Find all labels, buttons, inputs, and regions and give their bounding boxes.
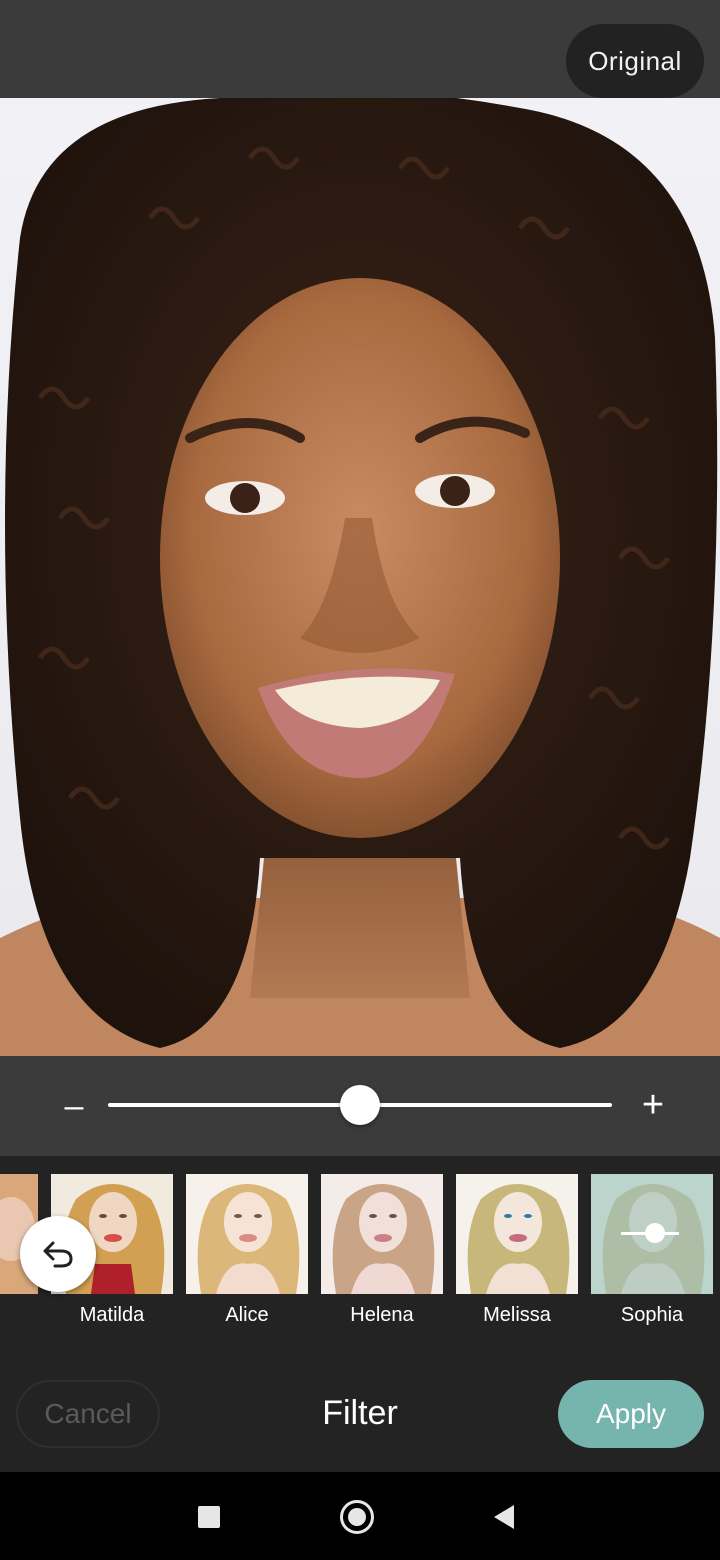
increase-intensity-button[interactable]: + (636, 1084, 670, 1126)
filter-label: Matilda (79, 1304, 145, 1326)
filter-item-alice[interactable]: Alice (186, 1174, 308, 1330)
action-bar: Cancel Filter Apply (0, 1360, 720, 1472)
intensity-slider-bar: – + (0, 1056, 720, 1156)
home-icon[interactable] (340, 1500, 374, 1534)
filter-thumbnail (456, 1174, 578, 1294)
apply-button[interactable]: Apply (558, 1380, 704, 1448)
filter-item-helena[interactable]: Helena (321, 1174, 443, 1330)
filter-thumbnail (321, 1174, 443, 1294)
filter-label: Alice (225, 1304, 269, 1326)
filter-strip: Matilda Alice Helena Melissa Sophia (0, 1156, 720, 1360)
intensity-slider-knob[interactable] (340, 1085, 380, 1125)
undo-icon (43, 1241, 73, 1268)
system-nav-bar (0, 1472, 720, 1560)
filter-thumbnail (591, 1174, 713, 1294)
filter-thumbnail (186, 1174, 308, 1294)
undo-button[interactable] (20, 1216, 96, 1292)
filter-label: Melissa (483, 1304, 551, 1326)
decrease-intensity-button[interactable]: – (60, 1086, 88, 1126)
filter-label: Sophia (620, 1304, 684, 1326)
top-bar: Original (0, 0, 720, 98)
filter-label (0, 1304, 38, 1330)
filter-label: Helena (350, 1304, 414, 1326)
cancel-button[interactable]: Cancel (16, 1380, 160, 1448)
filter-item-melissa[interactable]: Melissa (456, 1174, 578, 1330)
portrait-photo (0, 98, 720, 1056)
photo-canvas (0, 98, 720, 1056)
filter-item-sophia[interactable]: Sophia (591, 1174, 713, 1330)
back-icon[interactable] (494, 1505, 514, 1529)
page-title: Filter (322, 1394, 398, 1432)
original-button[interactable]: Original (566, 24, 704, 98)
recents-icon[interactable] (198, 1506, 220, 1528)
adjust-slider-icon (621, 1223, 679, 1243)
